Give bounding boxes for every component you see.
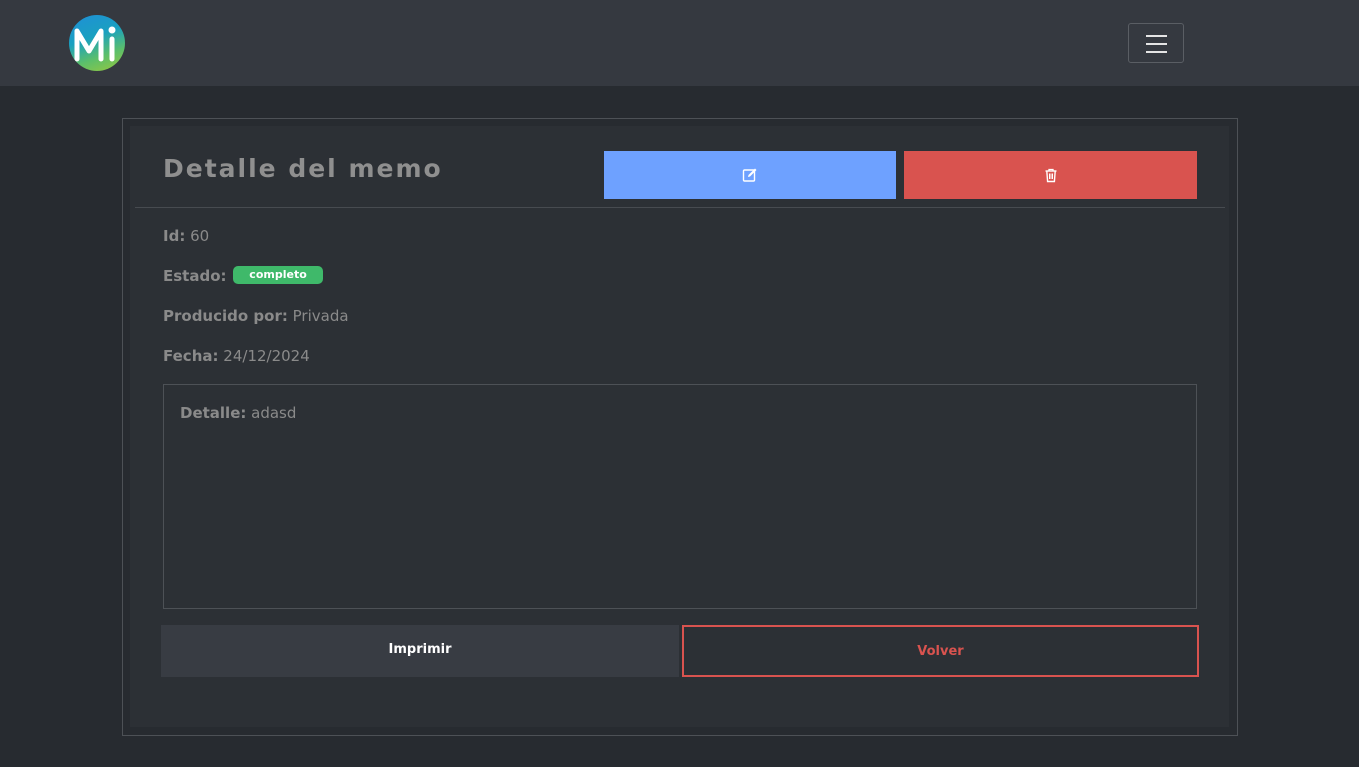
edit-icon	[742, 168, 757, 182]
print-button[interactable]: Imprimir	[161, 625, 679, 677]
navbar-toggle-button[interactable]	[1128, 23, 1184, 63]
logo-mark-icon	[74, 26, 116, 62]
navbar	[0, 0, 1359, 86]
field-producido-label: Producido por:	[163, 307, 288, 325]
detail-value: adasd	[251, 404, 297, 422]
field-fecha-value: 24/12/2024	[223, 347, 310, 365]
field-id-label: Id:	[163, 227, 186, 245]
field-fecha: Fecha: 24/12/2024	[163, 347, 310, 365]
field-fecha-label: Fecha:	[163, 347, 219, 365]
hamburger-menu-icon	[1146, 35, 1167, 37]
edit-button[interactable]	[604, 151, 896, 199]
field-producido: Producido por: Privada	[163, 307, 349, 325]
delete-button[interactable]	[904, 151, 1197, 199]
trash-icon	[1045, 168, 1056, 183]
brand-logo[interactable]	[69, 15, 125, 71]
status-badge: completo	[233, 266, 323, 284]
field-producido-value: Privada	[292, 307, 349, 325]
back-button[interactable]: Volver	[682, 625, 1199, 677]
page-title: Detalle del memo	[163, 154, 443, 183]
detail-box	[163, 384, 1197, 609]
field-id-value: 60	[190, 227, 210, 245]
field-estado: Estado: completo	[163, 266, 323, 285]
detail-text: Detalle: adasd	[180, 404, 296, 422]
header-divider	[135, 207, 1225, 208]
field-estado-label: Estado:	[163, 267, 227, 285]
detail-label: Detalle:	[180, 404, 247, 422]
field-id: Id: 60	[163, 227, 209, 245]
